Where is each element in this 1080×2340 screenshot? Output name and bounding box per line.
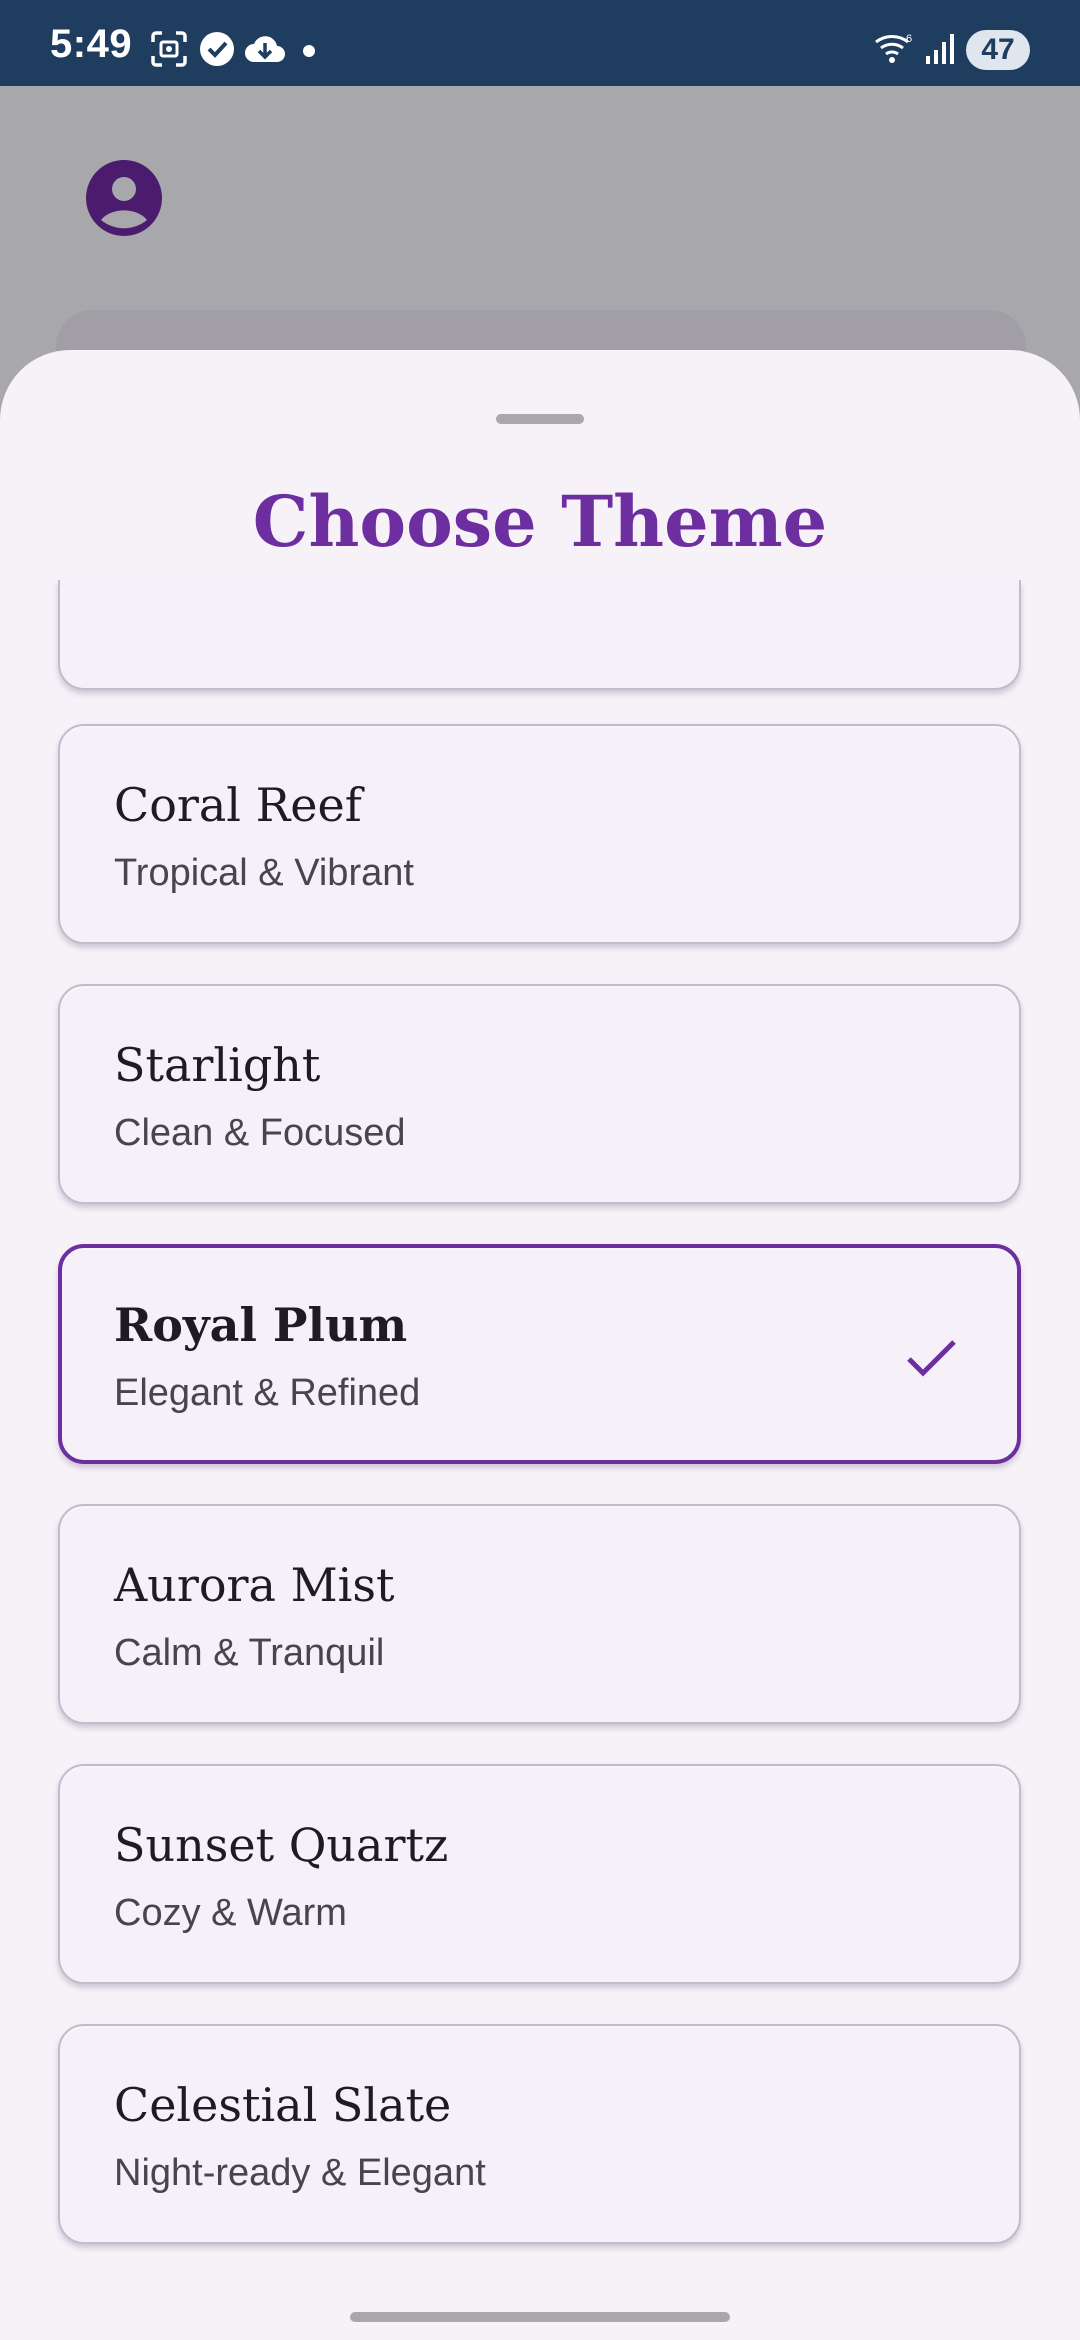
theme-name: Aurora Mist — [114, 1558, 395, 1612]
theme-card-royal-plum[interactable]: Royal Plum Elegant & Refined — [58, 1244, 1021, 1464]
signal-icon — [926, 34, 954, 64]
theme-card-partial[interactable] — [58, 580, 1021, 690]
theme-name: Coral Reef — [114, 778, 362, 832]
theme-name: Sunset Quartz — [114, 1818, 449, 1872]
theme-name: Starlight — [114, 1038, 321, 1092]
theme-description: Cozy & Warm — [114, 1892, 347, 1934]
theme-description: Calm & Tranquil — [114, 1632, 385, 1674]
theme-card-starlight[interactable]: Starlight Clean & Focused — [58, 984, 1021, 1204]
theme-description: Night-ready & Elegant — [114, 2152, 486, 2194]
theme-description: Elegant & Refined — [114, 1372, 421, 1414]
theme-card-aurora-mist[interactable]: Aurora Mist Calm & Tranquil — [58, 1504, 1021, 1724]
theme-description: Clean & Focused — [114, 1112, 406, 1154]
dot-icon — [303, 45, 315, 57]
check-circle-icon — [200, 32, 234, 66]
checkmark-icon — [907, 1340, 956, 1377]
theme-card-celestial-slate[interactable]: Celestial Slate Night-ready & Elegant — [58, 2024, 1021, 2244]
theme-card-coral-reef[interactable]: Coral Reef Tropical & Vibrant — [58, 724, 1021, 944]
svg-text:6: 6 — [906, 33, 912, 45]
theme-card-sunset-quartz[interactable]: Sunset Quartz Cozy & Warm — [58, 1764, 1021, 1984]
theme-name: Royal Plum — [114, 1298, 408, 1352]
status-bar: 5:49 6 47 — [0, 0, 1080, 86]
cloud-download-icon — [245, 36, 285, 62]
sheet-title: Choose Theme — [252, 480, 828, 563]
profile-avatar-icon — [86, 160, 162, 236]
wifi-icon: 6 — [875, 33, 912, 63]
drag-handle[interactable] — [496, 414, 584, 424]
theme-description: Tropical & Vibrant — [114, 852, 414, 894]
home-indicator[interactable] — [350, 2312, 730, 2322]
theme-name: Celestial Slate — [114, 2078, 452, 2132]
status-time: 5:49 — [50, 22, 133, 66]
screenshot-icon — [151, 31, 187, 67]
theme-bottom-sheet: Choose Theme Coral Reef Tropical & Vibra… — [0, 350, 1080, 2340]
battery-level: 47 — [981, 33, 1015, 66]
battery-icon: 47 — [966, 30, 1030, 70]
